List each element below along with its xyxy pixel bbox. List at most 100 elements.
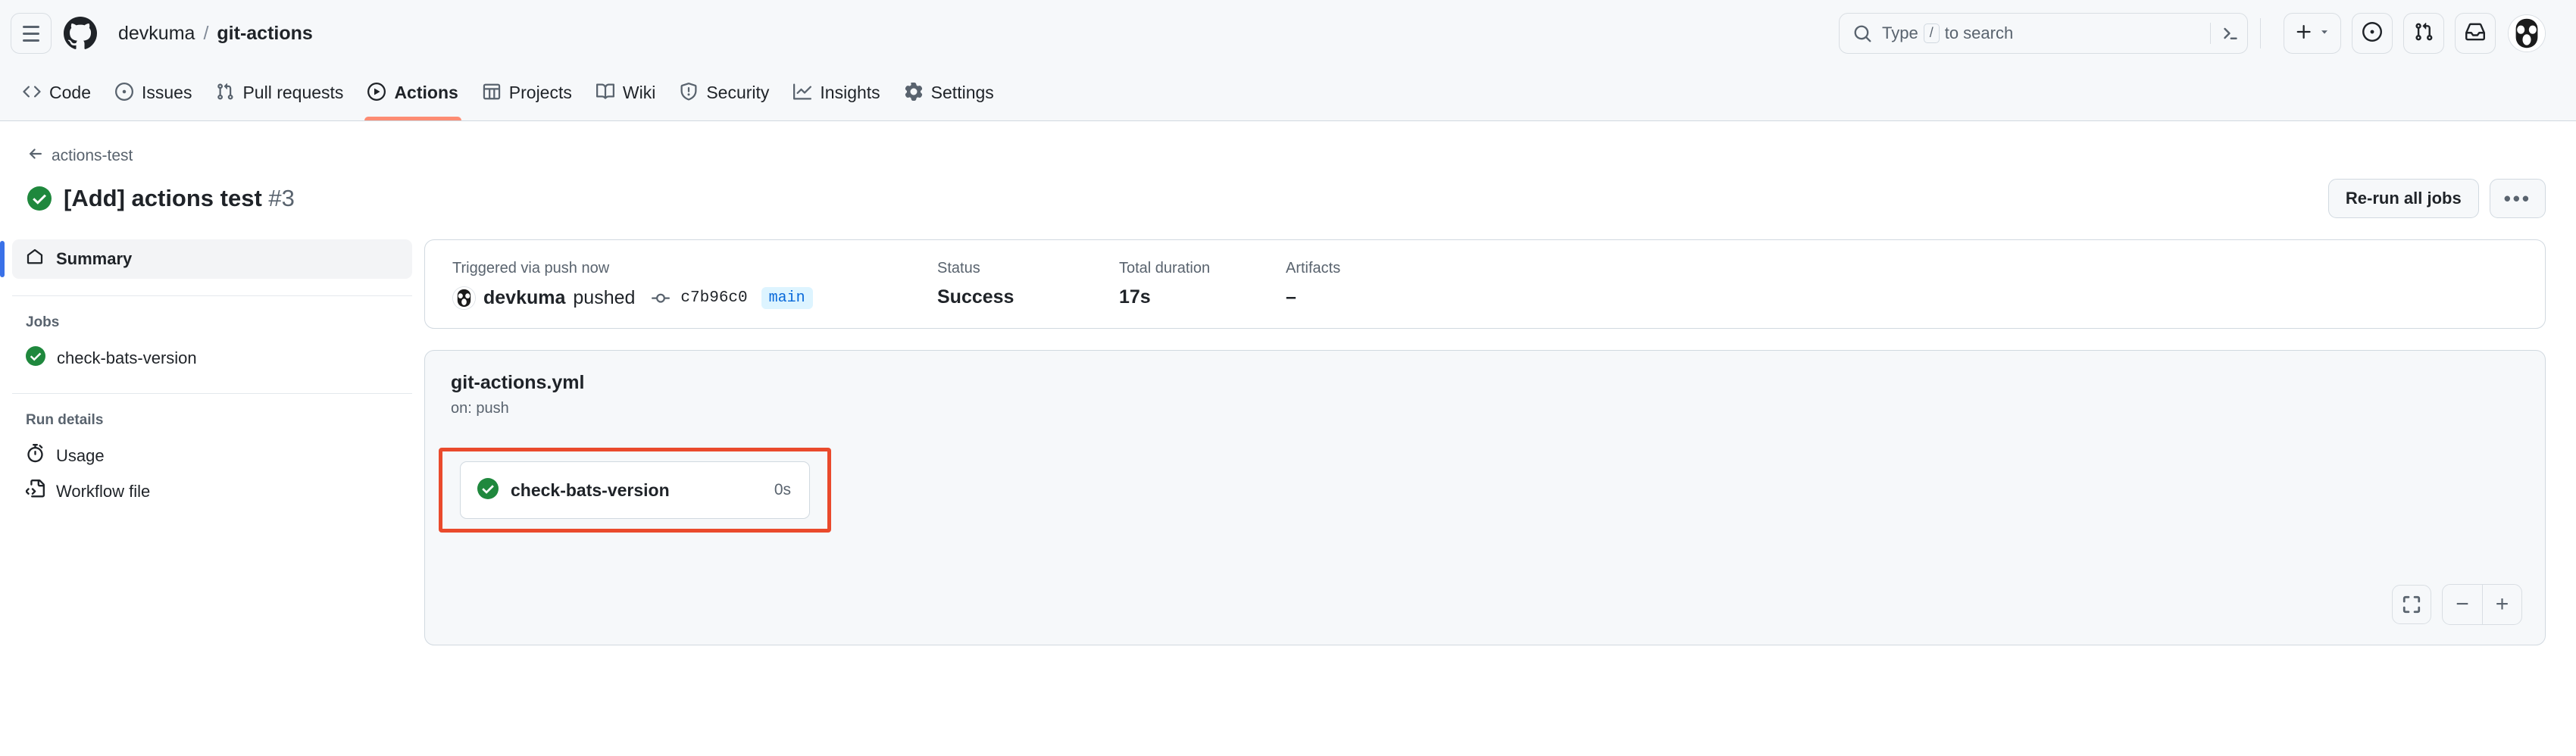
- create-new-button[interactable]: [2284, 13, 2341, 54]
- sidebar-item-workflow-file[interactable]: Workflow file: [12, 473, 412, 509]
- sidebar-divider: [12, 295, 412, 296]
- sidebar-item-summary-label: Summary: [56, 249, 133, 268]
- repo-navigation: Code Issues Pull requests Actions Projec…: [0, 67, 2576, 121]
- plus-icon: [2295, 23, 2313, 45]
- tab-security-label: Security: [706, 83, 770, 102]
- breadcrumb: devkuma / git-actions: [118, 23, 313, 45]
- job-node-duration: 0s: [774, 481, 791, 498]
- more-options-button[interactable]: •••: [2489, 179, 2546, 218]
- tab-code-label: Code: [49, 83, 91, 102]
- code-icon: [23, 83, 41, 105]
- sidebar-item-usage[interactable]: Usage: [12, 438, 412, 473]
- summary-status-column: Status Success: [910, 260, 1092, 310]
- back-link-label: actions-test: [52, 147, 133, 164]
- sidebar-run-details-heading: Run details: [26, 412, 104, 428]
- sidebar-usage-label: Usage: [56, 445, 105, 465]
- summary-trigger-value: devkuma pushed c7b96c0 main: [452, 286, 883, 310]
- check-circle-success-icon: [27, 186, 52, 211]
- sidebar-item-check-bats-version[interactable]: check-bats-version: [12, 340, 412, 376]
- zoom-out-button[interactable]: −: [2443, 585, 2482, 624]
- summary-duration-value: 17s: [1119, 286, 1151, 308]
- tab-pull-requests-label: Pull requests: [242, 83, 344, 102]
- graph-icon: [793, 83, 812, 105]
- gear-icon: [905, 82, 923, 105]
- hamburger-icon[interactable]: [11, 13, 52, 54]
- rerun-all-jobs-button[interactable]: Re-run all jobs: [2327, 179, 2479, 218]
- tab-settings-label: Settings: [930, 83, 994, 102]
- summary-action: pushed: [573, 287, 636, 308]
- arrow-left-icon: [27, 145, 44, 167]
- zoom-in-button[interactable]: +: [2482, 585, 2521, 624]
- tab-actions[interactable]: Actions: [355, 67, 470, 120]
- page-header: actions-test [Add] actions test #3 Re-ru…: [0, 121, 2576, 218]
- page-title: [Add] actions test #3: [64, 185, 295, 212]
- sidebar-item-summary[interactable]: Summary: [0, 239, 412, 279]
- issues-button[interactable]: [2352, 13, 2393, 54]
- workflow-graph-card: git-actions.yml on: push check-bats-vers…: [424, 350, 2546, 645]
- inbox-icon: [2465, 22, 2485, 45]
- breadcrumb-owner[interactable]: devkuma: [118, 23, 195, 45]
- summary-commit-sha[interactable]: c7b96c0: [680, 289, 747, 307]
- zoom-out-label: −: [2456, 592, 2469, 617]
- run-number: #3: [268, 185, 295, 211]
- tab-wiki-label: Wiki: [622, 83, 656, 102]
- annotation-highlight-box: check-bats-version 0s: [439, 448, 831, 533]
- check-circle-success-icon: [477, 477, 499, 503]
- global-header: devkuma / git-actions Type / to search: [0, 0, 2576, 67]
- graph-zoom-controls: − +: [2392, 584, 2522, 625]
- back-to-workflow-link[interactable]: actions-test: [27, 145, 133, 167]
- tab-projects[interactable]: Projects: [470, 67, 584, 120]
- sidebar-divider: [12, 393, 412, 394]
- sidebar-jobs-heading: Jobs: [26, 314, 60, 330]
- search-input[interactable]: Type / to search: [1839, 13, 2248, 54]
- run-actions: Re-run all jobs •••: [2327, 179, 2546, 218]
- summary-actor[interactable]: devkuma: [483, 287, 565, 309]
- workflow-file-name: git-actions.yml: [451, 372, 585, 393]
- hamburger-bar: [23, 39, 39, 42]
- tab-actions-label: Actions: [394, 83, 458, 102]
- search-placeholder-prefix: Type: [1882, 23, 1918, 42]
- zoom-in-label: +: [2495, 592, 2509, 617]
- summary-artifacts-column: Artifacts –: [1258, 260, 1368, 310]
- summary-duration-label: Total duration: [1119, 260, 1211, 276]
- git-pull-request-icon: [216, 83, 234, 105]
- summary-trigger-column: Triggered via push now devkuma pushed c7…: [425, 260, 910, 310]
- search-placeholder: Type / to search: [1882, 23, 2013, 44]
- notifications-button[interactable]: [2455, 13, 2496, 54]
- run-main-content: Triggered via push now devkuma pushed c7…: [424, 239, 2546, 645]
- tab-insights[interactable]: Insights: [781, 67, 892, 120]
- breadcrumb-separator: /: [203, 22, 209, 44]
- devkuma-avatar: [452, 286, 476, 310]
- run-summary-card: Triggered via push now devkuma pushed c7…: [424, 239, 2546, 329]
- tab-issues[interactable]: Issues: [103, 67, 204, 120]
- summary-artifacts-label: Artifacts: [1286, 260, 1341, 276]
- command-palette-icon[interactable]: [2210, 23, 2240, 44]
- summary-branch-badge[interactable]: main: [761, 287, 813, 309]
- job-node-check-bats-version[interactable]: check-bats-version 0s: [460, 461, 810, 519]
- header-right-group: Type / to search: [1839, 13, 2546, 54]
- search-placeholder-suffix: to search: [1944, 23, 2014, 42]
- file-code-icon: [25, 480, 45, 503]
- run-title-row: [Add] actions test #3 Re-run all jobs ••…: [27, 179, 2546, 218]
- avatar[interactable]: [2508, 14, 2546, 52]
- chevron-down-icon: [2319, 27, 2330, 41]
- git-commit-icon: [652, 289, 671, 308]
- search-icon: [1853, 24, 1872, 43]
- hamburger-bar: [23, 32, 39, 35]
- header-divider: [2260, 18, 2261, 48]
- issue-opened-icon: [114, 82, 133, 105]
- tab-security[interactable]: Security: [667, 67, 781, 120]
- pull-requests-button[interactable]: [2403, 13, 2444, 54]
- tab-pull-requests[interactable]: Pull requests: [204, 67, 355, 120]
- tab-code[interactable]: Code: [11, 67, 103, 120]
- status-badge: Success: [937, 286, 1014, 308]
- github-logo-icon[interactable]: [64, 17, 97, 50]
- table-icon: [483, 83, 501, 105]
- breadcrumb-repo[interactable]: git-actions: [217, 23, 312, 45]
- fit-to-screen-icon[interactable]: [2392, 585, 2431, 624]
- job-node-label: check-bats-version: [511, 480, 670, 500]
- tab-wiki[interactable]: Wiki: [584, 67, 667, 120]
- home-icon: [26, 248, 44, 270]
- tab-settings[interactable]: Settings: [893, 67, 1006, 120]
- book-icon: [596, 83, 614, 105]
